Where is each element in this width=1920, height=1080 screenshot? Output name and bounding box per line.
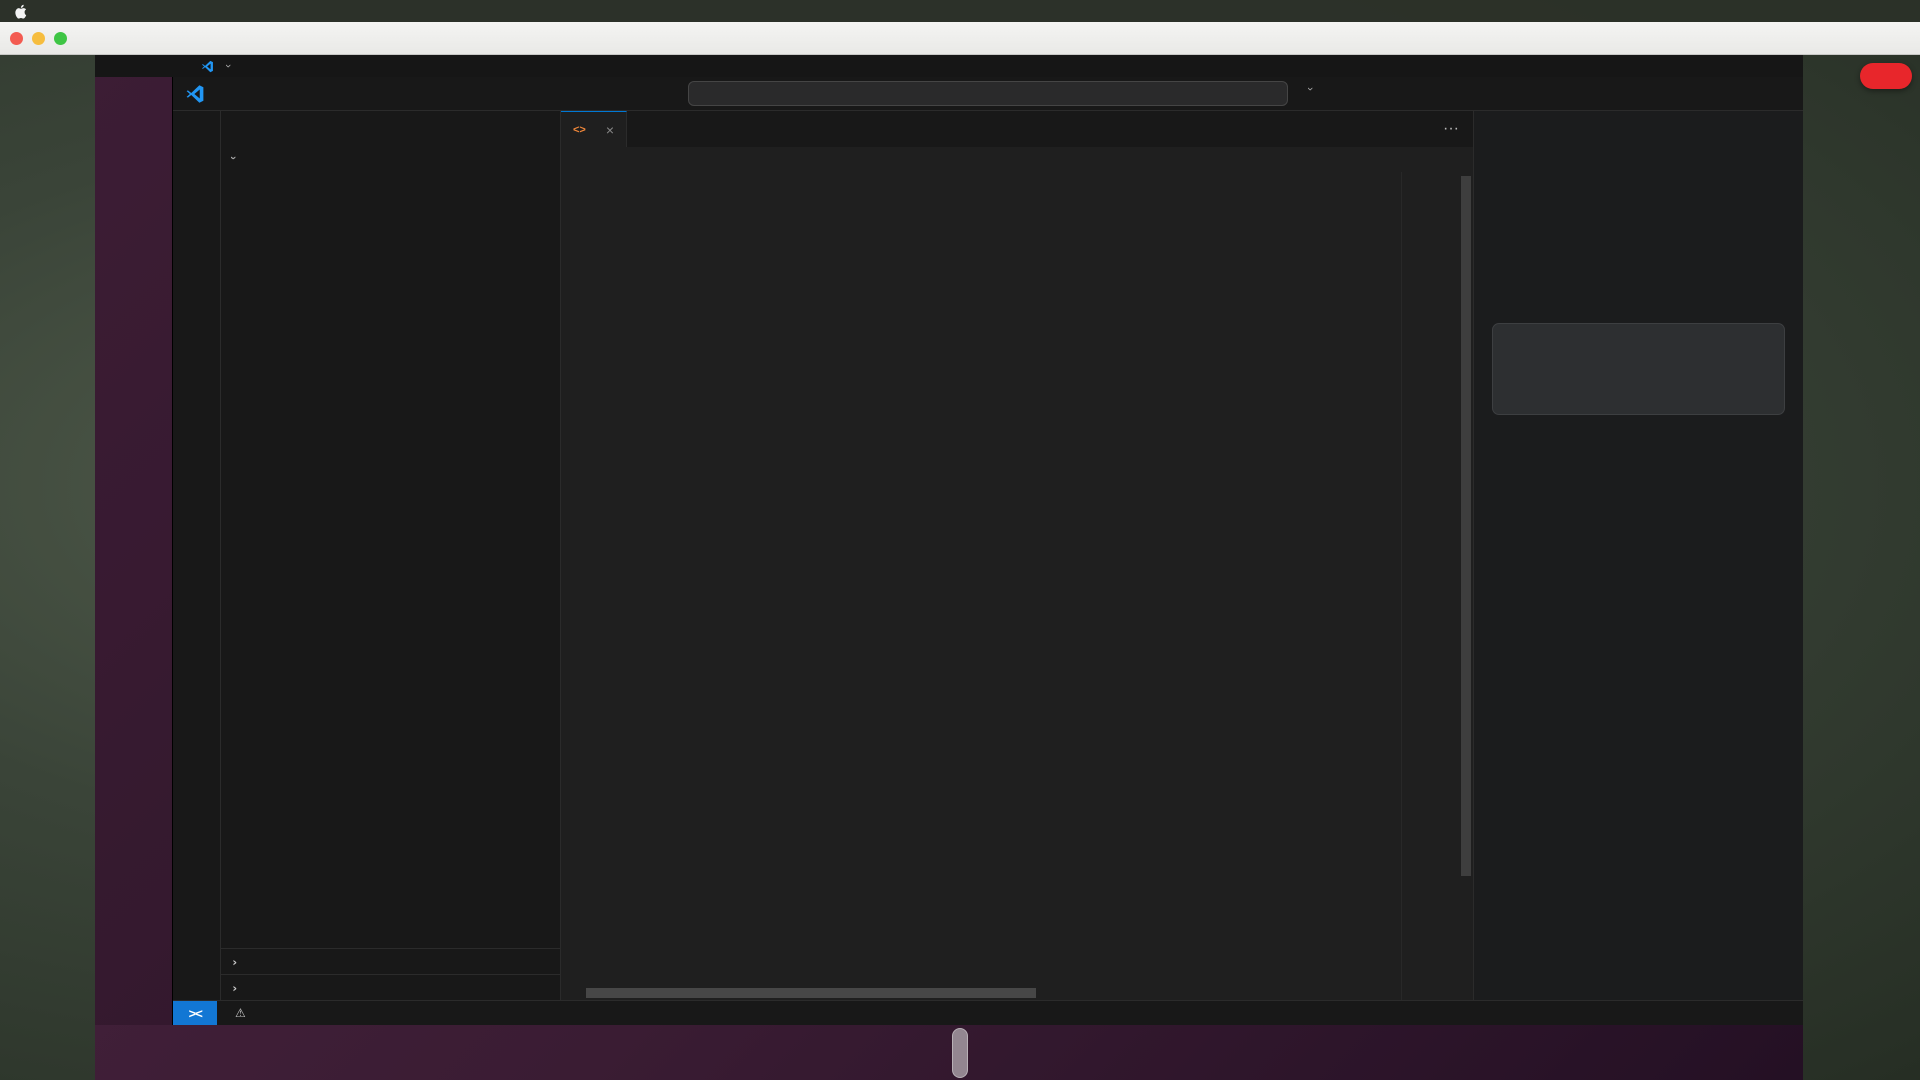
tab-index-html[interactable]: <> × xyxy=(561,111,627,147)
macos-menu-bar xyxy=(0,0,1920,22)
explorer-sidebar: › › › xyxy=(221,111,561,1000)
copilot-chat-input[interactable] xyxy=(1492,323,1785,415)
status-bar: >< ⚠ xyxy=(173,1000,1803,1025)
problems-indicator[interactable]: ⚠ xyxy=(217,1006,259,1020)
window-zoom-button[interactable] xyxy=(54,32,67,45)
editor-group: <> × ··· xyxy=(561,111,1473,1000)
chevron-right-icon: › xyxy=(227,955,243,969)
titlebar-copilot-button[interactable]: › xyxy=(1306,83,1312,95)
vscode-logo-icon xyxy=(185,84,205,104)
ubuntu-dock xyxy=(95,77,172,1025)
session-timeout-notification[interactable] xyxy=(1860,63,1912,89)
vscode-window: › › xyxy=(172,77,1803,1025)
apple-menu-icon[interactable] xyxy=(14,3,30,19)
editor-more-icon[interactable]: ··· xyxy=(1443,120,1459,138)
vscode-titlebar: › xyxy=(173,77,1803,111)
tab-close-icon[interactable]: × xyxy=(606,122,614,138)
command-center-search[interactable] xyxy=(688,81,1288,106)
screen: › › xyxy=(0,0,1920,1080)
window-close-button[interactable] xyxy=(10,32,23,45)
workspace-section-header[interactable]: › xyxy=(221,146,560,170)
focused-app-menu[interactable]: › xyxy=(201,60,230,73)
chevron-down-icon: › xyxy=(1304,87,1316,91)
window-minimize-button[interactable] xyxy=(32,32,45,45)
vertical-scrollbar[interactable] xyxy=(1459,172,1473,1000)
remote-indicator[interactable]: >< xyxy=(173,1001,217,1025)
outline-section[interactable]: › xyxy=(221,948,560,974)
timeline-section[interactable]: › xyxy=(221,974,560,1000)
remote-desktop: › › xyxy=(95,55,1803,1080)
editor-tabbar: <> × ··· xyxy=(561,111,1473,147)
activity-bar xyxy=(173,111,221,1000)
warning-icon: ⚠ xyxy=(235,1006,246,1020)
macos-dock xyxy=(952,1028,968,1078)
anydesk-toolbar xyxy=(0,22,1920,55)
copilot-panel xyxy=(1473,111,1803,1000)
code-editor[interactable] xyxy=(561,172,1401,1000)
chevron-down-icon: › xyxy=(222,64,234,68)
minimap[interactable] xyxy=(1401,172,1459,1000)
chevron-down-icon: › xyxy=(227,150,239,166)
html-file-icon: <> xyxy=(573,124,586,136)
ubuntu-top-bar: › xyxy=(95,55,1803,77)
horizontal-scrollbar[interactable] xyxy=(586,988,1036,998)
breadcrumb[interactable] xyxy=(561,147,1473,172)
chevron-right-icon: › xyxy=(227,981,243,995)
